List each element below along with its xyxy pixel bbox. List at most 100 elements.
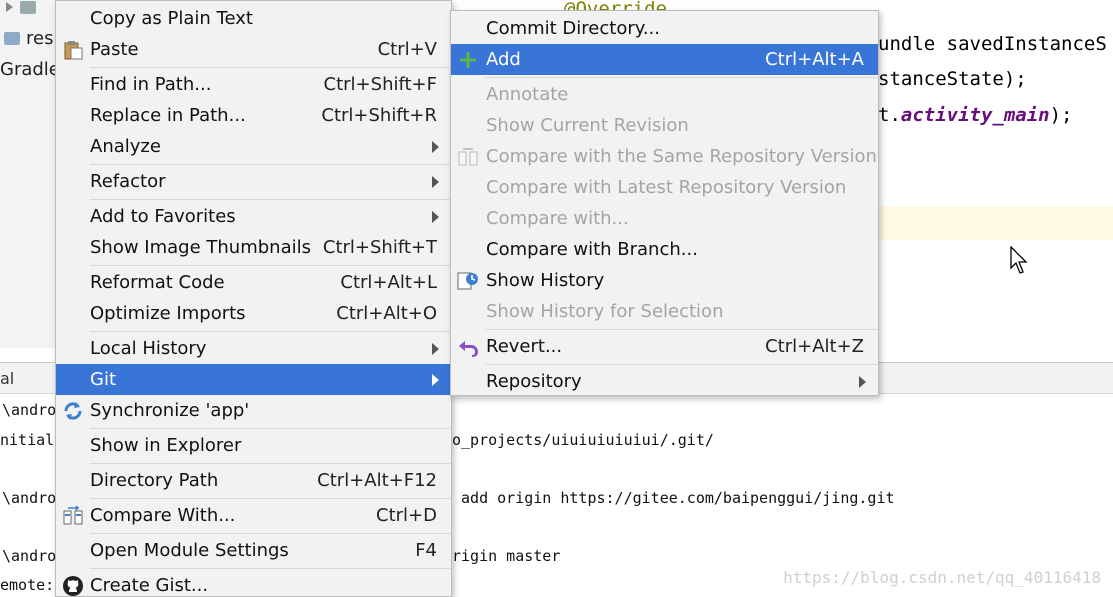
watermark: https://blog.csdn.net/qq_40116418 xyxy=(783,568,1101,587)
history-icon xyxy=(457,270,479,292)
submenu-arrow-icon xyxy=(432,211,439,223)
menu-separator xyxy=(90,463,451,464)
menu-item-git[interactable]: Git xyxy=(56,364,451,395)
menu-item-local-history[interactable]: Local History xyxy=(56,333,451,364)
menu-item-label: Show History xyxy=(486,270,605,291)
tree-row-gradle[interactable]: Gradle xyxy=(0,56,60,82)
menu-item-label: Refactor xyxy=(90,171,166,192)
submenu-arrow-icon xyxy=(859,376,866,388)
git-item-compare-with-branch[interactable]: Compare with Branch... xyxy=(451,234,878,265)
code-token: t. xyxy=(878,104,901,126)
code-line: undle savedInstanceS xyxy=(878,33,1107,55)
git-item-compare-latest-repo-version: Compare with Latest Repository Version xyxy=(451,172,878,203)
sync-icon xyxy=(62,400,84,422)
menu-separator xyxy=(90,428,451,429)
tree-row[interactable] xyxy=(0,0,42,20)
submenu-arrow-icon xyxy=(432,343,439,355)
menu-item-label: Copy as Plain Text xyxy=(90,8,253,29)
tree-row-res[interactable]: res xyxy=(0,25,53,51)
git-item-repository[interactable]: Repository xyxy=(451,366,878,397)
git-item-add[interactable]: Add Ctrl+Alt+A xyxy=(451,44,878,75)
code-editor[interactable]: undle savedInstanceS stanceState); t.act… xyxy=(878,0,1113,348)
menu-item-label: Replace in Path... xyxy=(90,105,246,126)
menu-item-analyze[interactable]: Analyze xyxy=(56,131,451,162)
menu-item-label: Create Gist... xyxy=(90,575,209,596)
expand-arrow-icon[interactable] xyxy=(6,2,16,12)
menu-separator xyxy=(485,77,878,78)
menu-item-label: Show History for Selection xyxy=(486,301,724,322)
menu-separator xyxy=(90,331,451,332)
project-tree: res Gradle xyxy=(0,0,60,348)
git-submenu: Commit Directory... Add Ctrl+Alt+A Annot… xyxy=(450,10,879,396)
menu-item-replace-in-path[interactable]: Replace in Path... Ctrl+Shift+R xyxy=(56,100,451,131)
github-icon xyxy=(62,575,84,597)
code-token: ); xyxy=(1049,104,1073,126)
code-line: t.activity_main); xyxy=(878,104,1073,126)
menu-separator xyxy=(90,164,451,165)
menu-item-label: Compare With... xyxy=(90,505,236,526)
menu-item-shortcut: Ctrl+Alt+L xyxy=(340,272,437,293)
menu-item-add-to-favorites[interactable]: Add to Favorites xyxy=(56,201,451,232)
menu-item-shortcut: Ctrl+Alt+F12 xyxy=(317,470,437,491)
menu-item-label: Synchronize 'app' xyxy=(90,400,250,421)
menu-item-label: Compare with Latest Repository Version xyxy=(486,177,847,198)
menu-separator xyxy=(485,364,878,365)
compare-icon xyxy=(457,146,479,168)
menu-item-label: Show Current Revision xyxy=(486,115,689,136)
menu-item-label: Compare with the Same Repository Version xyxy=(486,146,877,167)
git-item-show-history-selection: Show History for Selection xyxy=(451,296,878,327)
terminal-line: nitiali xyxy=(0,431,64,449)
menu-item-label: Add xyxy=(486,49,521,70)
menu-item-copy-plain-text[interactable]: Copy as Plain Text xyxy=(56,3,451,34)
tree-row-label: res xyxy=(26,27,54,49)
plus-icon xyxy=(457,49,479,71)
menu-item-label: Reformat Code xyxy=(90,272,225,293)
submenu-arrow-icon xyxy=(432,176,439,188)
tree-row-label: Gradle xyxy=(0,58,60,80)
code-line: stanceState); xyxy=(878,68,1027,90)
git-item-commit-directory[interactable]: Commit Directory... xyxy=(451,13,878,44)
revert-icon xyxy=(457,336,479,358)
menu-item-optimize-imports[interactable]: Optimize Imports Ctrl+Alt+O xyxy=(56,298,451,329)
menu-item-reformat-code[interactable]: Reformat Code Ctrl+Alt+L xyxy=(56,267,451,298)
code-field-token: activity_main xyxy=(900,104,1050,126)
menu-item-shortcut: F4 xyxy=(415,540,437,561)
menu-item-label: Add to Favorites xyxy=(90,206,236,227)
menu-item-shortcut: Ctrl+V xyxy=(377,39,437,60)
git-item-show-current-revision: Show Current Revision xyxy=(451,110,878,141)
menu-item-create-gist[interactable]: Create Gist... xyxy=(56,570,451,597)
menu-item-label: Revert... xyxy=(486,336,563,357)
menu-item-label: Paste xyxy=(90,39,139,60)
menu-item-synchronize[interactable]: Synchronize 'app' xyxy=(56,395,451,426)
menu-separator xyxy=(90,498,451,499)
menu-item-label: Git xyxy=(90,369,117,390)
menu-item-paste[interactable]: Paste Ctrl+V xyxy=(56,34,451,65)
menu-item-label: Find in Path... xyxy=(90,74,212,95)
menu-item-refactor[interactable]: Refactor xyxy=(56,166,451,197)
menu-separator xyxy=(90,67,451,68)
git-item-revert[interactable]: Revert... Ctrl+Alt+Z xyxy=(451,331,878,362)
git-item-annotate: Annotate xyxy=(451,79,878,110)
terminal-line: \andro xyxy=(2,547,57,565)
menu-item-label: Local History xyxy=(90,338,207,359)
submenu-arrow-icon xyxy=(432,374,439,386)
menu-item-shortcut: Ctrl+Shift+T xyxy=(322,237,437,258)
terminal-line: add origin https://gitee.com/baipenggui/… xyxy=(452,489,895,507)
menu-separator xyxy=(90,533,451,534)
menu-item-find-in-path[interactable]: Find in Path... Ctrl+Shift+F xyxy=(56,69,451,100)
terminal-line: o_projects/uiuiuiuiuiui/.git/ xyxy=(452,431,714,449)
module-icon xyxy=(20,0,36,14)
menu-item-shortcut: Ctrl+Shift+R xyxy=(321,105,437,126)
git-item-show-history[interactable]: Show History xyxy=(451,265,878,296)
menu-item-compare-with[interactable]: Compare With... Ctrl+D xyxy=(56,500,451,531)
menu-item-show-image-thumbnails[interactable]: Show Image Thumbnails Ctrl+Shift+T xyxy=(56,232,451,263)
menu-item-label: Analyze xyxy=(90,136,161,157)
menu-item-label: Repository xyxy=(486,371,582,392)
menu-item-open-module-settings[interactable]: Open Module Settings F4 xyxy=(56,535,451,566)
menu-item-shortcut: Ctrl+Alt+A xyxy=(765,49,864,70)
git-item-compare-same-repo-version: Compare with the Same Repository Version xyxy=(451,141,878,172)
menu-item-directory-path[interactable]: Directory Path Ctrl+Alt+F12 xyxy=(56,465,451,496)
menu-item-show-in-explorer[interactable]: Show in Explorer xyxy=(56,430,451,461)
menu-separator xyxy=(485,329,878,330)
menu-item-shortcut: Ctrl+Alt+Z xyxy=(765,336,864,357)
